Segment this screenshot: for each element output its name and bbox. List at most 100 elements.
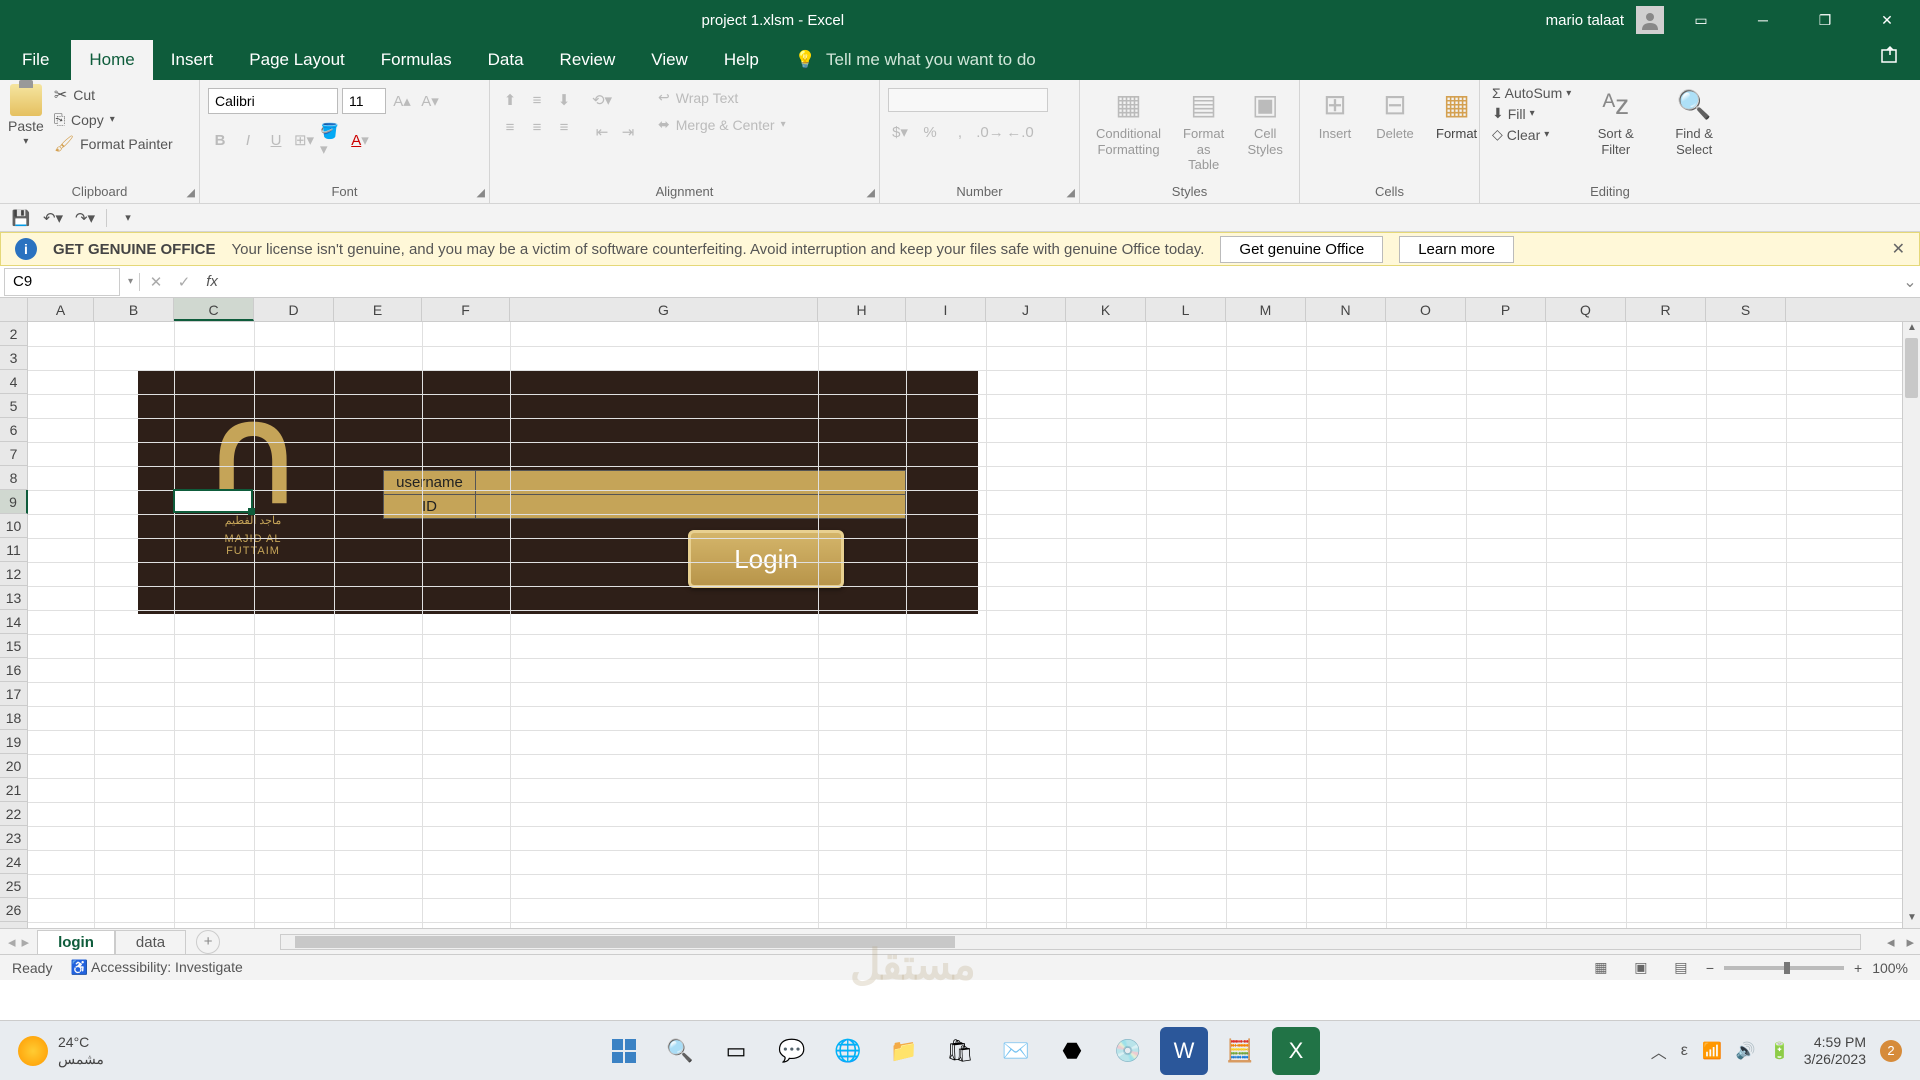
tab-page-layout[interactable]: Page Layout <box>231 40 362 80</box>
col-header-I[interactable]: I <box>906 298 986 321</box>
row-header-27[interactable]: 27 <box>0 922 28 928</box>
tab-data[interactable]: Data <box>470 40 542 80</box>
insert-function-icon[interactable]: fx <box>198 273 226 290</box>
find-select-button[interactable]: 🔍Find & Select <box>1656 84 1732 184</box>
fill-button[interactable]: ⬇Fill▾ <box>1488 104 1575 123</box>
col-header-A[interactable]: A <box>28 298 94 321</box>
wrap-text-button[interactable]: ↩Wrap Text <box>654 88 790 107</box>
zoom-in-icon[interactable]: + <box>1854 960 1862 976</box>
row-header-17[interactable]: 17 <box>0 682 28 706</box>
font-launcher-icon[interactable]: ◢ <box>477 186 485 199</box>
align-center-icon[interactable]: ≡ <box>525 115 549 139</box>
redo-button[interactable]: ↷▾ <box>72 207 98 229</box>
row-header-10[interactable]: 10 <box>0 514 28 538</box>
explorer-icon[interactable]: 📁 <box>880 1027 928 1075</box>
orientation-icon[interactable]: ⟲▾ <box>590 88 614 112</box>
page-layout-view-icon[interactable]: ▣ <box>1626 958 1656 978</box>
col-header-Q[interactable]: Q <box>1546 298 1626 321</box>
row-header-11[interactable]: 11 <box>0 538 28 562</box>
scroll-down-icon[interactable]: ▼ <box>1903 912 1920 928</box>
col-header-B[interactable]: B <box>94 298 174 321</box>
decrease-font-icon[interactable]: A▾ <box>418 89 442 113</box>
user-avatar[interactable] <box>1636 6 1664 34</box>
chat-icon[interactable]: 💬 <box>768 1027 816 1075</box>
expand-formula-bar-icon[interactable]: ⌄ <box>1900 272 1920 292</box>
clear-button[interactable]: ◇Clear▾ <box>1488 125 1575 144</box>
wifi-icon[interactable]: 📶 <box>1702 1041 1722 1061</box>
row-header-8[interactable]: 8 <box>0 466 28 490</box>
vscroll-thumb[interactable] <box>1905 338 1918 398</box>
row-header-2[interactable]: 2 <box>0 322 28 346</box>
name-box-dropdown-icon[interactable]: ▾ <box>124 276 137 287</box>
scroll-left-icon[interactable]: ◂ <box>1881 933 1901 951</box>
close-button[interactable]: ✕ <box>1862 1 1912 39</box>
edge-icon[interactable]: 🌐 <box>824 1027 872 1075</box>
minimize-button[interactable]: ─ <box>1738 1 1788 39</box>
page-break-view-icon[interactable]: ▤ <box>1666 958 1696 978</box>
row-header-9[interactable]: 9 <box>0 490 28 514</box>
font-color-button[interactable]: A▾ <box>348 128 372 152</box>
warning-close-icon[interactable]: ✕ <box>1892 239 1905 259</box>
zoom-out-icon[interactable]: − <box>1706 960 1714 976</box>
notification-badge[interactable]: 2 <box>1880 1040 1902 1062</box>
col-header-F[interactable]: F <box>422 298 510 321</box>
accept-formula-icon[interactable]: ✓ <box>170 273 198 291</box>
zoom-level[interactable]: 100% <box>1872 960 1908 976</box>
calculator-icon[interactable]: 🧮 <box>1216 1027 1264 1075</box>
ribbon-display-options-icon[interactable]: ▭ <box>1676 1 1726 39</box>
hscroll-thumb[interactable] <box>295 936 955 948</box>
row-header-3[interactable]: 3 <box>0 346 28 370</box>
tab-formulas[interactable]: Formulas <box>363 40 470 80</box>
cut-button[interactable]: ✂Cut <box>50 84 177 106</box>
bold-button[interactable]: B <box>208 128 232 152</box>
copy-button[interactable]: ⎘Copy▾ <box>50 110 177 129</box>
scroll-up-icon[interactable]: ▲ <box>1903 322 1920 338</box>
battery-icon[interactable]: 🔋 <box>1770 1041 1790 1061</box>
row-header-12[interactable]: 12 <box>0 562 28 586</box>
row-header-23[interactable]: 23 <box>0 826 28 850</box>
col-header-D[interactable]: D <box>254 298 334 321</box>
sort-filter-button[interactable]: ᴬᴢSort & Filter <box>1581 84 1650 184</box>
select-all-corner[interactable] <box>0 298 28 321</box>
col-header-J[interactable]: J <box>986 298 1066 321</box>
delete-cells-button[interactable]: ⊟Delete <box>1368 84 1422 184</box>
increase-decimal-icon[interactable]: .0→ <box>978 120 1002 144</box>
row-header-5[interactable]: 5 <box>0 394 28 418</box>
name-box[interactable] <box>4 268 120 296</box>
undo-button[interactable]: ↶▾ <box>40 207 66 229</box>
format-as-table-button[interactable]: ▤Format as Table <box>1175 84 1232 184</box>
app-icon-1[interactable]: ⬣ <box>1048 1027 1096 1075</box>
mail-icon[interactable]: ✉️ <box>992 1027 1040 1075</box>
row-header-21[interactable]: 21 <box>0 778 28 802</box>
increase-indent-icon[interactable]: ⇥ <box>616 120 640 144</box>
row-header-25[interactable]: 25 <box>0 874 28 898</box>
qat-customize-icon[interactable]: ▾ <box>115 207 141 229</box>
col-header-L[interactable]: L <box>1146 298 1226 321</box>
save-button[interactable]: 💾 <box>8 207 34 229</box>
maximize-button[interactable]: ❐ <box>1800 1 1850 39</box>
cancel-formula-icon[interactable]: ✕ <box>142 273 170 291</box>
task-view-icon[interactable]: ▭ <box>712 1027 760 1075</box>
align-middle-icon[interactable]: ≡ <box>525 88 549 112</box>
vertical-scrollbar[interactable]: ▲ ▼ <box>1902 322 1920 928</box>
col-header-N[interactable]: N <box>1306 298 1386 321</box>
row-header-24[interactable]: 24 <box>0 850 28 874</box>
tab-view[interactable]: View <box>633 40 706 80</box>
currency-icon[interactable]: $▾ <box>888 120 912 144</box>
normal-view-icon[interactable]: ▦ <box>1586 958 1616 978</box>
col-header-K[interactable]: K <box>1066 298 1146 321</box>
start-button[interactable] <box>600 1027 648 1075</box>
accessibility-status[interactable]: ♿ Accessibility: Investigate <box>70 959 242 976</box>
col-header-S[interactable]: S <box>1706 298 1786 321</box>
align-top-icon[interactable]: ⬆ <box>498 88 522 112</box>
tab-help[interactable]: Help <box>706 40 777 80</box>
number-launcher-icon[interactable]: ◢ <box>1067 186 1075 199</box>
col-header-P[interactable]: P <box>1466 298 1546 321</box>
percent-icon[interactable]: % <box>918 120 942 144</box>
search-icon[interactable]: 🔍 <box>656 1027 704 1075</box>
tray-chevron-icon[interactable]: ︿ <box>1651 1039 1667 1063</box>
row-header-19[interactable]: 19 <box>0 730 28 754</box>
horizontal-scrollbar[interactable] <box>280 934 1861 950</box>
fill-color-button[interactable]: 🪣▾ <box>320 128 344 152</box>
underline-button[interactable]: U <box>264 128 288 152</box>
